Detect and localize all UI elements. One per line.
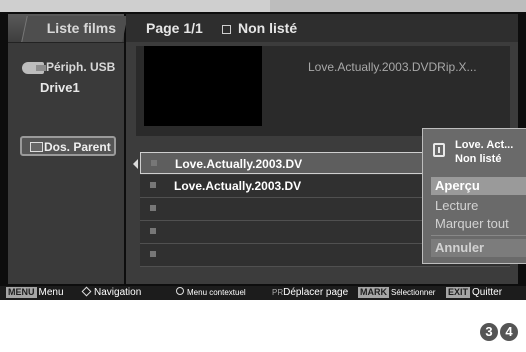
menu-divider [431,235,526,236]
page-indicator: Page 1/1 [146,20,203,36]
info-icon [433,143,445,157]
menu-label: Menu [38,287,64,298]
main-header: Page 1/1 Non listé [126,14,518,42]
preview-panel: Love.Actually.2003.DVDRip.X... [136,46,510,136]
row-pointer-icon [133,159,138,169]
menu-item-apercu[interactable]: Aperçu [431,177,526,195]
usb-drive-label: Drive1 [40,80,80,95]
file-name: Love.Actually.2003.DV [175,157,303,171]
help-exit: EXIT Quitter [446,287,502,299]
menu-item-label: Aperçu [435,178,480,193]
usb-device-label: Périph. USB [46,60,116,74]
menu-item-label: Lecture [435,198,479,213]
help-context: Menu contextuel [176,287,246,299]
sidebar-title: Liste films [46,20,116,36]
help-bar: MENU Menu Navigation Menu contextuel PRDé… [0,286,526,300]
row-checkbox[interactable] [150,182,156,188]
top-strip [0,0,526,12]
row-checkbox[interactable] [150,251,156,257]
exit-key: EXIT [446,287,471,298]
preview-title: Love.Actually.2003.DVDRip.X... [308,60,477,74]
menu-item-lecture[interactable]: Lecture [431,197,526,215]
usb-icon [22,62,46,74]
context-menu: Love. Act... Non listé Aperçu Lecture Ma… [422,128,526,264]
exit-label: Quitter [472,287,503,298]
unlisted-status: Non listé [238,20,298,36]
menu-key: MENU [6,287,37,298]
mark-label: Sélectionner [391,288,436,297]
folder-icon [30,142,43,152]
help-page: PRDéplacer page [272,287,348,299]
menu-item-label: Marquer tout [435,216,509,231]
menu-item-label: Annuler [435,240,485,255]
video-thumbnail [144,46,262,126]
context-label: Menu contextuel [187,288,246,297]
pr-key: PR [272,288,284,297]
row-checkbox[interactable] [150,228,156,234]
context-menu-status: Non listé [455,153,502,165]
page-label: Déplacer page [283,287,349,298]
ok-icon [176,287,184,295]
menu-item-annuler[interactable]: Annuler [431,239,526,257]
tv-screen: Liste films Périph. USB Drive1 Dos. Pare… [0,0,526,300]
menu-item-marquer-tout[interactable]: Marquer tout [431,215,526,233]
parent-folder-label: Dos. Parent [44,140,111,154]
unlisted-checkbox-icon [222,25,231,34]
navigation-label: Navigation [94,287,142,298]
help-mark: MARK Sélectionner [358,287,435,299]
page-number-3: 3 [480,323,498,341]
context-menu-title: Love. Act... [455,139,514,151]
page-number-4: 4 [500,323,518,341]
sidebar: Liste films Périph. USB Drive1 Dos. Pare… [8,14,128,284]
row-checkbox[interactable] [151,160,157,166]
mark-key: MARK [358,287,389,298]
sidebar-title-tab: Liste films [8,14,128,43]
parent-folder-button[interactable]: Dos. Parent [20,136,116,156]
help-navigation: Navigation [80,286,142,299]
row-checkbox[interactable] [150,205,156,211]
help-menu: MENU Menu [6,287,64,299]
navigation-icon [81,286,92,297]
file-name: Love.Actually.2003.DV [174,179,302,193]
main-panel: Page 1/1 Non listé Love.Actually.2003.DV… [126,14,526,284]
